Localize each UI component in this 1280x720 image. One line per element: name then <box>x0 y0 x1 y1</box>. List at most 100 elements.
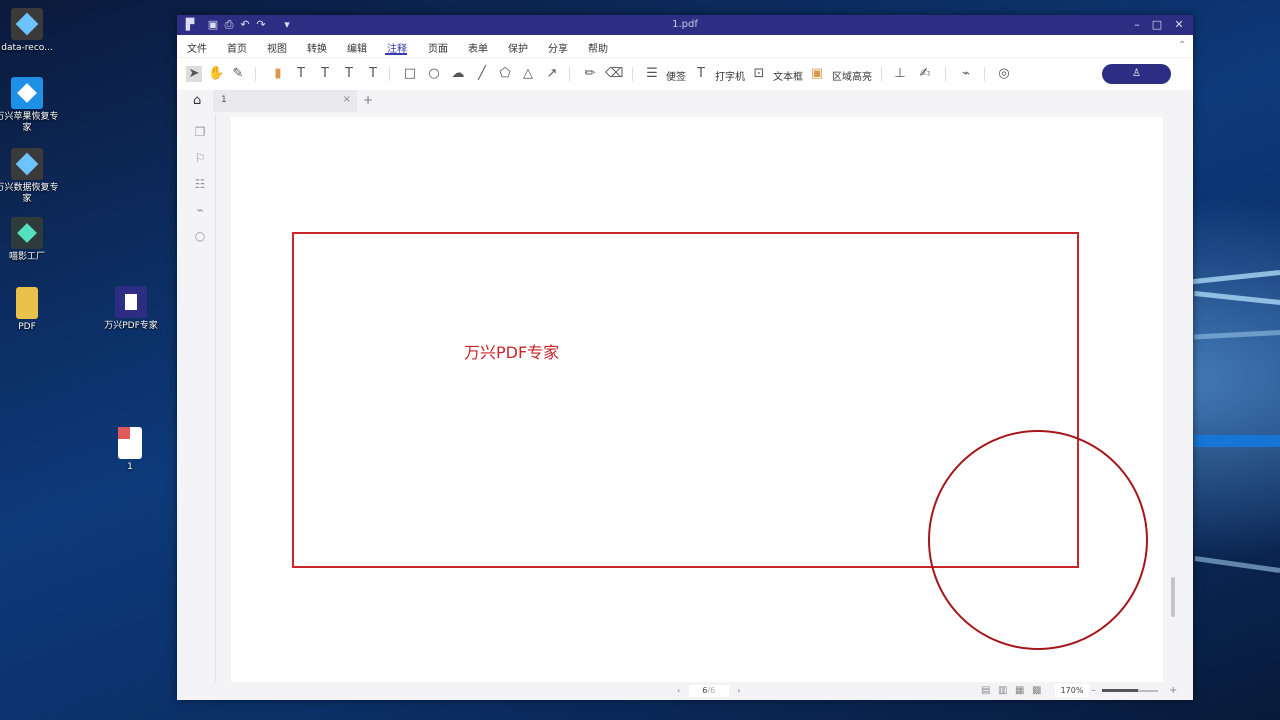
light-beam <box>1193 330 1280 340</box>
hand-tool-icon[interactable]: ✋ <box>208 66 224 82</box>
menu-bar: 文件 首页 视图 转换 编辑 注释 页面 表单 保护 分享 帮助 ⌃ <box>177 35 1193 58</box>
menu-view[interactable]: 视图 <box>267 40 287 55</box>
two-page-continuous-icon[interactable]: ▩ <box>1032 685 1044 697</box>
desktop-icon-label: 喵影工厂 <box>8 252 45 262</box>
light-beam <box>1190 270 1280 285</box>
strikethrough-icon[interactable]: T <box>293 66 309 82</box>
light-beam <box>1194 291 1280 305</box>
thumbnails-icon[interactable]: ❐ <box>191 123 209 141</box>
circle-annotation[interactable] <box>928 430 1148 650</box>
area-highlight-label[interactable]: 区域高亮 <box>832 68 872 83</box>
menu-home[interactable]: 首页 <box>227 40 247 55</box>
menu-help[interactable]: 帮助 <box>588 40 608 55</box>
menu-convert[interactable]: 转换 <box>307 40 327 55</box>
cloud-icon[interactable]: ☁ <box>450 66 466 82</box>
hide-annotations-icon[interactable]: ◎ <box>996 66 1012 82</box>
desktop-icon-pdfelement[interactable]: 万兴PDF专家 <box>99 286 163 332</box>
desktop-icon-data-recovery-expert[interactable]: 万兴数据恢复专家 <box>0 148 59 205</box>
status-bar: ‹ 6/6 › ▤ ▥ ▦ ▩ 170% – + <box>177 682 1193 700</box>
toolbar-separator <box>389 67 390 81</box>
minimize-icon[interactable]: – <box>1130 18 1144 32</box>
sticky-note-icon[interactable]: ☰ <box>644 66 660 82</box>
light-beam <box>1194 435 1280 447</box>
stamp-icon[interactable]: ⊥ <box>892 66 908 82</box>
pencil-icon[interactable]: ✏ <box>582 66 598 82</box>
text-box-label[interactable]: 文本框 <box>773 68 803 83</box>
desktop-icon-data-recovery[interactable]: data-reco... <box>0 8 59 54</box>
home-icon[interactable]: ⌂ <box>193 93 201 108</box>
menu-page[interactable]: 页面 <box>428 40 448 55</box>
next-page-icon[interactable]: › <box>737 686 740 695</box>
oval-icon[interactable]: ○ <box>426 66 442 82</box>
zoom-level[interactable]: 170% <box>1055 684 1089 697</box>
zoom-in-icon[interactable]: + <box>1169 685 1181 697</box>
zoom-slider-fill[interactable] <box>1102 689 1138 692</box>
attachment-icon[interactable]: ⌁ <box>958 66 974 82</box>
typewriter-label[interactable]: 打字机 <box>715 68 745 83</box>
collapse-ribbon-icon[interactable]: ⌃ <box>1178 40 1186 51</box>
title-bar: ▛ ▣ ⎙ ↶ ↷ ▾ 1.pdf – □ ✕ <box>177 15 1193 35</box>
vertical-scrollbar[interactable] <box>1171 577 1175 617</box>
pdf-file-icon <box>118 427 142 459</box>
app-icon <box>11 77 43 109</box>
menu-protect[interactable]: 保护 <box>508 40 528 55</box>
toolbar-separator <box>255 67 256 81</box>
left-sidebar: ❐ ⚐ ☷ ⌁ ○ <box>191 123 211 253</box>
area-highlight-icon[interactable]: ▣ <box>809 66 825 82</box>
desktop-icon-label: PDF <box>18 322 36 332</box>
window-title: 1.pdf <box>672 19 698 30</box>
app-icon <box>11 8 43 40</box>
menu-edit[interactable]: 编辑 <box>347 40 367 55</box>
light-beam <box>1194 556 1280 573</box>
annotation-toolbar: ➤ ✋ ✎ ▮ T T T T □ ○ ☁ ╱ ⬠ △ ↗ ✏ ⌫ ☰ 便签 T… <box>177 58 1193 90</box>
pdf-app-window: ▛ ▣ ⎙ ↶ ↷ ▾ 1.pdf – □ ✕ 文件 首页 视图 转换 编辑 注… <box>177 15 1193 700</box>
menu-share[interactable]: 分享 <box>548 40 568 55</box>
sidebar-divider <box>215 115 216 685</box>
polyline-icon[interactable]: △ <box>520 66 536 82</box>
toolbar-separator <box>945 67 946 81</box>
attachments-icon[interactable]: ⌁ <box>191 201 209 219</box>
close-tab-icon[interactable]: × <box>343 94 351 105</box>
squiggly-icon[interactable]: T <box>341 66 357 82</box>
document-tab-name: 1 <box>221 95 227 105</box>
line-icon[interactable]: ╱ <box>474 66 490 82</box>
rectangle-icon[interactable]: □ <box>402 66 418 82</box>
app-icon <box>11 217 43 249</box>
toolbar-separator <box>632 67 633 81</box>
page-number-input[interactable]: 6/6 <box>688 685 729 697</box>
highlight-icon[interactable]: ▮ <box>270 66 286 82</box>
bookmark-icon[interactable]: ⚐ <box>191 149 209 167</box>
pdf-page[interactable]: 万兴PDF专家 <box>231 117 1163 683</box>
comments-icon[interactable]: ☷ <box>191 175 209 193</box>
single-page-view-icon[interactable]: ▤ <box>981 685 993 697</box>
select-tool-icon[interactable]: ➤ <box>186 66 202 82</box>
active-menu-indicator <box>385 53 407 55</box>
underline-icon[interactable]: T <box>317 66 333 82</box>
desktop-icon-pdf-folder[interactable]: PDF <box>0 287 59 333</box>
signature-icon[interactable]: ✍ <box>917 66 933 82</box>
toolbar-separator <box>569 67 570 81</box>
polygon-icon[interactable]: ⬠ <box>497 66 513 82</box>
maximize-icon[interactable]: □ <box>1150 18 1164 32</box>
menu-form[interactable]: 表单 <box>468 40 488 55</box>
account-button[interactable]: ♙ <box>1102 64 1171 84</box>
add-tab-icon[interactable]: + <box>363 93 373 107</box>
typewriter-icon[interactable]: T <box>693 66 709 82</box>
desktop-icon-apple-recovery[interactable]: 万兴苹果恢复专家 <box>0 77 59 134</box>
insert-text-icon[interactable]: T <box>365 66 381 82</box>
desktop-icon-pdf-file[interactable]: 1 <box>98 427 162 473</box>
eraser-icon[interactable]: ⌫ <box>605 66 623 82</box>
arrow-icon[interactable]: ↗ <box>544 66 560 82</box>
text-box-icon[interactable]: ⊡ <box>751 66 767 82</box>
search-icon[interactable]: ○ <box>191 227 209 245</box>
close-icon[interactable]: ✕ <box>1172 18 1186 32</box>
sticky-note-label[interactable]: 便签 <box>666 68 686 83</box>
menu-file[interactable]: 文件 <box>187 40 207 55</box>
document-tab[interactable]: 1 × <box>213 90 357 112</box>
page-text[interactable]: 万兴PDF专家 <box>464 339 559 363</box>
continuous-view-icon[interactable]: ▥ <box>998 685 1010 697</box>
desktop-icon-filmora[interactable]: 喵影工厂 <box>0 217 59 263</box>
prev-page-icon[interactable]: ‹ <box>677 686 680 695</box>
edit-annotation-icon[interactable]: ✎ <box>230 66 246 82</box>
two-page-view-icon[interactable]: ▦ <box>1015 685 1027 697</box>
